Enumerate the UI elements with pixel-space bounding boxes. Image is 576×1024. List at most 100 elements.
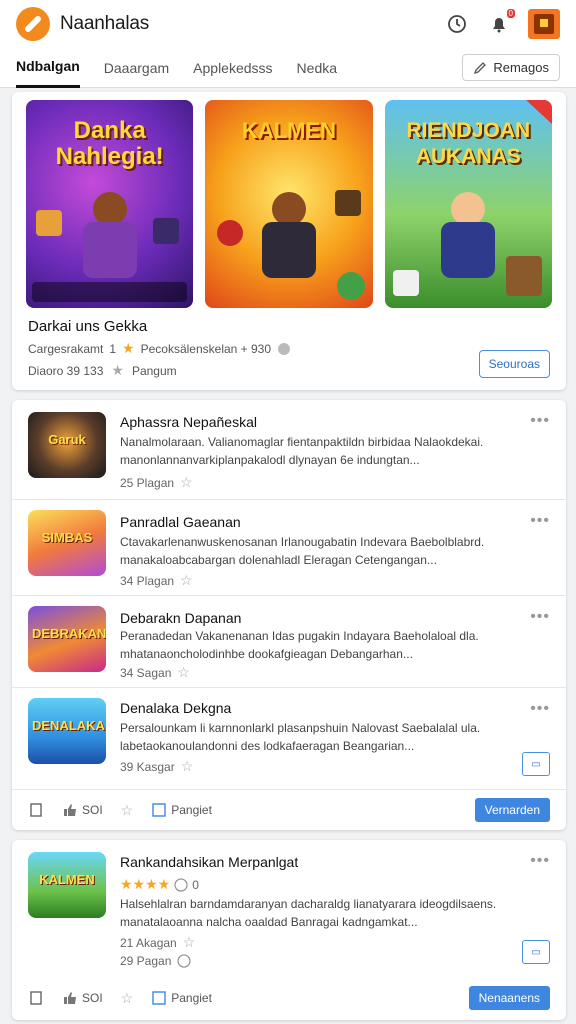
game-meta-text: 25 Plagan [120, 475, 175, 490]
card-primary-button[interactable]: Nenaanens [468, 986, 550, 1010]
game-thumbnail[interactable]: DENALAKA [28, 698, 106, 764]
expand-button[interactable]: ▭ [522, 752, 550, 776]
list-item[interactable]: SIMBAS Panradlal Gaeanan Ctavakarlenanwu… [12, 500, 566, 596]
tab-applekedsss[interactable]: Applekedsss [193, 48, 272, 88]
rating-row: ★★★★ 0 [120, 876, 199, 893]
tab-daaargam[interactable]: Daaargam [104, 48, 169, 88]
share-count: SOI [82, 803, 103, 817]
card-strip [32, 282, 188, 302]
tab-action-button[interactable]: Remagos [462, 54, 560, 81]
list-primary-button[interactable]: Vernarden [474, 798, 550, 822]
game-title[interactable]: Debarakn Dapanan [120, 610, 241, 626]
game-description-line-1: Persalounkam li karnnonlarkl plasanpshui… [120, 721, 481, 735]
star-outline-icon[interactable]: ☆ [121, 990, 134, 1007]
pen-icon [474, 61, 487, 74]
thumbnail-text: KALMEN [39, 872, 95, 887]
share-control[interactable]: SOI [62, 802, 103, 818]
game-detail-card: KALMEN Rankandahsikan Merpanlgat ★★★★ 0 … [12, 840, 566, 1020]
share-control[interactable]: SOI [62, 990, 103, 1006]
game-title[interactable]: Aphassra Nepañeskal [120, 414, 257, 430]
star-outline-icon[interactable]: ☆ [181, 758, 194, 775]
star-outline-icon[interactable]: ☆ [177, 664, 190, 681]
character-illustration [433, 192, 503, 282]
more-options-icon[interactable]: ••• [530, 852, 550, 870]
info-icon [278, 342, 291, 355]
featured-meta: Cargesrakamt 1 ★ Pecoksälenskelan + 930 [28, 340, 291, 357]
featured-title: Darkai uns Gekka [28, 318, 148, 335]
tag-label: Pangiet [171, 803, 212, 817]
expand-button[interactable]: ▭ [522, 940, 550, 964]
game-description-line-1: Nanalmolaraan. Valianomaglar fientanpakt… [120, 435, 484, 449]
featured-banner-1[interactable]: Danka Nahlegia! [26, 100, 194, 308]
game-meta-text: 21 Akagan [120, 935, 177, 950]
thumbnail-text: DEBRAKAN [32, 626, 106, 641]
featured-meta2-right: Pangum [131, 363, 177, 378]
featured-banner-3[interactable]: RIENDJOAN AUKANAS [384, 100, 552, 308]
game-title[interactable]: Panradlal Gaeanan [120, 514, 241, 530]
list-item[interactable]: Garuk Aphassra Nepañeskal Nanalmolaraan.… [12, 400, 566, 500]
game-thumbnail[interactable]: Garuk [28, 412, 106, 478]
list-footer: SOI ☆ Pangiet Vernarden [12, 790, 566, 830]
more-options-icon[interactable]: ••• [530, 412, 550, 430]
star-outline-icon[interactable]: ☆ [183, 934, 196, 951]
game-thumbnail[interactable]: DEBRAKAN [28, 606, 106, 672]
featured-action-button[interactable]: Seouroas [478, 350, 550, 378]
thumbnail-text: SIMBAS [41, 530, 93, 545]
featured-card: Danka Nahlegia! KALMEN RIENDJOAN AUKANAS… [12, 92, 566, 390]
character-small-icon [217, 220, 244, 246]
tag-control[interactable]: Pangiet [151, 802, 212, 818]
banner-title: RIENDJOAN AUKANAS [406, 119, 531, 168]
star-outline-icon[interactable]: ☆ [180, 572, 193, 589]
notification-icon[interactable]: 0 [486, 9, 515, 37]
game-thumbnail[interactable]: KALMEN [28, 852, 106, 918]
game-description-line-2: mhatanaoncholodinhbe dookafgieagan Deban… [120, 647, 413, 661]
game-title[interactable]: Rankandahsikan Merpanlgat [120, 854, 298, 870]
bookmark-icon[interactable] [28, 990, 44, 1006]
game-meta-text: 29 Pagan [120, 954, 172, 968]
avatar[interactable] [528, 9, 560, 39]
game-description-line-2: manonlannanvarkiplanpakalodl dlynayan 6e… [120, 453, 420, 467]
crate-icon [36, 210, 62, 236]
tab-nedka[interactable]: Nedka [297, 48, 337, 88]
dice-icon [392, 270, 419, 296]
tag-control[interactable]: Pangiet [151, 990, 212, 1006]
crate-icon [334, 190, 361, 216]
featured-meta2-left: Diaoro 39 133 [28, 363, 104, 378]
game-meta: 25 Plagan ☆ [120, 474, 193, 491]
featured-banner-2[interactable]: KALMEN [205, 100, 373, 308]
brand-name: Naanhalas [60, 13, 150, 34]
game-title[interactable]: Denalaka Dekgna [120, 700, 231, 716]
game-thumbnail[interactable]: SIMBAS [28, 510, 106, 576]
game-description-line-1: Ctavakarlenanwuskenosanan Irlanougabatin… [120, 535, 485, 549]
game-description-line-1: Peranadedan Vakanenanan Idas pugakin Ind… [120, 629, 479, 643]
barrel-icon [505, 256, 542, 296]
game-meta-secondary: 29 Pagan [120, 954, 192, 968]
top-bar: Naanhalas 0 [0, 0, 576, 48]
play-badge-icon [336, 272, 365, 300]
star-outline-icon[interactable]: ☆ [121, 802, 134, 819]
game-meta-text: 34 Plagan [120, 573, 175, 588]
bookmark-icon[interactable] [28, 802, 44, 818]
featured-banners: Danka Nahlegia! KALMEN RIENDJOAN AUKANAS [12, 92, 566, 308]
featured-meta-num: 1 [109, 341, 117, 356]
image-icon [152, 803, 166, 817]
app-logo[interactable] [16, 7, 50, 41]
game-meta: 34 Sagan ☆ [120, 664, 190, 681]
star-outline-icon[interactable]: ☆ [180, 474, 193, 491]
featured-meta-left: Cargesrakamt [28, 341, 104, 356]
more-options-icon[interactable]: ••• [530, 608, 550, 626]
info-icon [177, 954, 192, 968]
list-item[interactable]: DENALAKA Denalaka Dekgna Persalounkam li… [12, 688, 566, 790]
more-options-icon[interactable]: ••• [530, 512, 550, 530]
image-icon [152, 991, 166, 1005]
star-icon: ★ [122, 340, 135, 356]
tab-ndbalgan[interactable]: Ndbalgan [16, 48, 80, 88]
star-rating-icon: ★★★★ [120, 876, 171, 892]
game-description-line-2: labetaokanoulandonni des lodkafaeragan B… [120, 739, 415, 753]
list-item[interactable]: DEBRAKAN Debarakn Dapanan Peranadedan Va… [12, 596, 566, 688]
game-meta-text: 34 Sagan [120, 665, 172, 680]
clock-icon[interactable] [444, 11, 470, 37]
more-options-icon[interactable]: ••• [530, 700, 550, 718]
share-count: SOI [82, 991, 103, 1005]
top-icons: 0 [444, 9, 560, 39]
